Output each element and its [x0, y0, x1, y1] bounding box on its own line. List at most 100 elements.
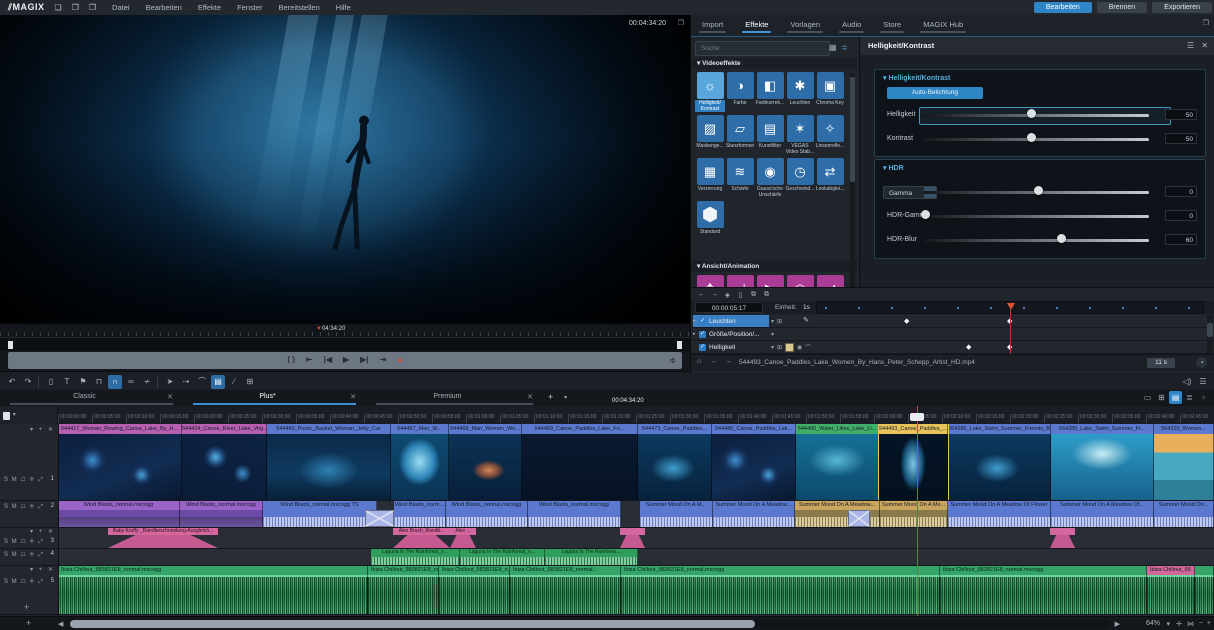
filter-icon[interactable]: ≑ — [841, 43, 848, 52]
next-keyframe-icon[interactable]: → — [708, 289, 721, 300]
chevron-down-icon[interactable]: ▾ — [771, 318, 774, 325]
effect-tile-kunstfilter[interactable]: ▤Kunstfilter — [755, 115, 785, 155]
record-icon[interactable]: ● — [397, 355, 402, 365]
add-track-plus[interactable]: + — [24, 602, 29, 612]
audio-fx-clip[interactable]: Summer Mood On... — [1154, 500, 1214, 527]
slider-value[interactable]: 50 — [1165, 109, 1197, 120]
close-tab-icon[interactable]: ✕ — [527, 393, 533, 401]
audio-fx-clip[interactable]: Wind Blasts_normal.mxcogg — [446, 500, 528, 527]
slider-value[interactable]: 60 — [1165, 234, 1197, 245]
video-clip[interactable]: 544460_Picnic_Basket_Woman_Jetty_Car — [267, 424, 391, 500]
close-tab-icon[interactable]: ✕ — [350, 393, 356, 401]
ambience-clip[interactable]: Laguna In The Rainfores... — [545, 548, 638, 565]
audio-fx-clip[interactable]: Summer Mood On A Meadow Of Flower — [948, 500, 1051, 527]
group-collapse-arrow[interactable]: ▾ HDR — [883, 164, 904, 172]
music-clip[interactable]: Ibiza Chillout_983821E8_normal.mxcogg — [940, 565, 1147, 614]
effect-tile-stanzformen[interactable]: ▱Stanzformen — [725, 115, 755, 155]
undock-panel-icon[interactable]: ❐ — [1203, 19, 1209, 27]
add-timeline-tab-icon[interactable]: + — [548, 392, 553, 402]
effect-tile-chroma-key[interactable]: ▣Chroma Key — [815, 72, 845, 112]
section-ansicht-animation[interactable]: ▾ Ansicht/Animation — [691, 261, 857, 272]
view-multicam-icon[interactable]: ≣ — [1183, 391, 1196, 404]
playhead-grip[interactable] — [910, 413, 924, 421]
keyframe-row-leuchten[interactable]: ▸✓Leuchten▾⊞✎◆◆ — [691, 315, 1214, 328]
slider-value[interactable]: 0 — [1165, 186, 1197, 197]
video-clip[interactable]: 544417_Woman_Rowing_Canoe_Lake_By_H... — [58, 424, 182, 500]
effect-tile-verzerrung[interactable]: ▦Verzerrung — [695, 158, 725, 198]
object-mode-icon[interactable]: ▤ — [211, 375, 225, 389]
next-frame-icon[interactable]: ▶| — [360, 355, 368, 364]
zoom-level[interactable]: 64% — [1146, 620, 1160, 627]
keyframe-playhead-icon[interactable] — [1007, 303, 1015, 310]
title-clip-label[interactable]: Alex ... — [450, 527, 476, 535]
chevron-down-icon[interactable]: ▾ — [771, 331, 774, 338]
view-compact-icon[interactable]: ▫ — [1197, 391, 1210, 404]
keyframe-row-gr-e-position-[interactable]: ▸✓Größe/Position/...▾ — [691, 328, 1214, 341]
view-timeline-icon[interactable]: ▤ — [1169, 391, 1182, 404]
title-text-icon[interactable]: T — [60, 375, 74, 389]
mouse-mode-icon[interactable]: ➤ — [163, 375, 177, 389]
timeline-tab-classic[interactable]: Classic✕ — [6, 390, 177, 406]
title-clip[interactable] — [108, 535, 218, 548]
slider-handle[interactable] — [1057, 234, 1066, 243]
timeline-tab-plus[interactable]: Plus*✕ — [189, 390, 360, 406]
video-clip[interactable]: 564320_Women... — [1154, 424, 1214, 500]
keyframe-diamond[interactable]: ◆ — [904, 317, 909, 325]
crossfade[interactable] — [365, 510, 394, 527]
search-input[interactable]: Suche — [695, 41, 830, 56]
title-clip[interactable] — [450, 535, 476, 548]
redo-icon[interactable]: ↷ — [21, 375, 35, 389]
undo-icon[interactable]: ↶ — [5, 375, 19, 389]
next-object-icon[interactable]: → — [725, 358, 732, 365]
zoom-in-icon[interactable]: + — [1207, 620, 1211, 627]
zoom-out-icon[interactable]: − — [1199, 620, 1203, 627]
ambience-clip[interactable]: Laguna In The Rainforest_n... — [460, 548, 545, 565]
timeline-tab-premium[interactable]: Premium✕ — [372, 390, 537, 406]
razor-icon[interactable]: ∕ — [227, 375, 241, 389]
title-clip[interactable] — [1050, 535, 1075, 548]
audio-volume-icon[interactable]: ◁) — [1180, 374, 1194, 388]
track-collapse-controls[interactable]: ▾ + ✕ — [30, 528, 55, 535]
audio-fx-clip[interactable]: Summer Mood On A Meadow... — [713, 500, 795, 527]
menu-fenster[interactable]: Fenster — [237, 3, 262, 12]
video-clip[interactable]: 564289_Lake_Swim_Summer_Fr... — [1051, 424, 1154, 500]
timeline-tab-menu-icon[interactable]: ▾ — [564, 394, 567, 401]
horizontal-scrollbar-thumb[interactable] — [70, 620, 755, 628]
video-clip[interactable]: 544468_Man_Women_Wo... — [449, 424, 522, 500]
tab-audio[interactable]: Audio — [831, 15, 872, 36]
effect-tile-linsenrefle-[interactable]: ✧Linsenrefle... — [815, 115, 845, 155]
range-end-handle[interactable] — [677, 341, 682, 349]
track-controls[interactable]: S M ☖ ✛ ⤢ — [4, 578, 44, 586]
slider-track[interactable] — [923, 215, 1149, 218]
music-clip[interactable]: Ibiza Chillout_983821E8_normal.mxcogg — [58, 565, 368, 614]
audio-fx-clip[interactable]: Wind Blasts_normal.mxcogg — [180, 500, 263, 527]
keyframe-row-label-cell[interactable]: ▸✓Leuchten — [693, 315, 769, 327]
effect-tile-geschwind-[interactable]: ◷Geschwind... — [785, 158, 815, 198]
open-project-icon[interactable]: ❐ — [72, 3, 79, 12]
undock-preview-icon[interactable]: ❐ — [678, 19, 684, 27]
effect-tile-lookabglei-[interactable]: ⇄Lookabglei... — [815, 158, 845, 198]
audio-fx-clip[interactable]: Wind Blasts_norm... — [394, 500, 446, 527]
audio-fx-clip[interactable]: Summer Mood On A Me... — [880, 500, 948, 527]
effect-tile-gauss-sche-unsch-rfe[interactable]: ◉Gauss'sche Unschärfe — [755, 158, 785, 198]
keyframe-row-label-cell[interactable]: ✓Helligkeit — [693, 341, 769, 353]
stretch-mode-icon[interactable]: ⇢ — [179, 375, 193, 389]
timeline-ruler[interactable]: ⚑ ▾ 00:00:00:0000:00:05:0000:00:10:0000:… — [0, 406, 1214, 425]
keyframe-row-label-cell[interactable]: ▸✓Größe/Position/... — [693, 328, 769, 340]
title-clip-label[interactable]: Alex Brush_Randb... — [393, 527, 450, 535]
tab-store[interactable]: Store — [872, 15, 912, 36]
tab-vorlagen[interactable]: Vorlagen — [779, 15, 831, 36]
prev-frame-icon[interactable]: |◀ — [324, 355, 332, 364]
music-clip[interactable]: Ibiza Chillout_983821E8_normal... — [510, 565, 621, 614]
preview-options-icon[interactable]: ≑ — [669, 356, 676, 365]
chevron-down-icon[interactable]: ▾ — [771, 344, 774, 351]
effect-tile-sch-rfe[interactable]: ≋Schärfe — [725, 158, 755, 198]
curve-icon[interactable]: ⌒ — [805, 343, 811, 352]
keyframe-row-helligkeit[interactable]: ✓Helligkeit▾⊞◉⌒◆◆ — [691, 341, 1214, 354]
track-collapse-controls[interactable]: ▾ + ✕ — [30, 426, 55, 433]
menu-effekte[interactable]: Effekte — [198, 3, 221, 12]
effect-tile-helligkeit-kontrast[interactable]: ☼Helligkeit/ Kontrast — [695, 72, 725, 112]
checkbox[interactable]: ✓ — [699, 318, 706, 325]
view-storyboard-icon[interactable]: ⊞ — [1155, 391, 1168, 404]
section-videoeffekte[interactable]: ▾ Videoeffekte — [691, 58, 857, 69]
